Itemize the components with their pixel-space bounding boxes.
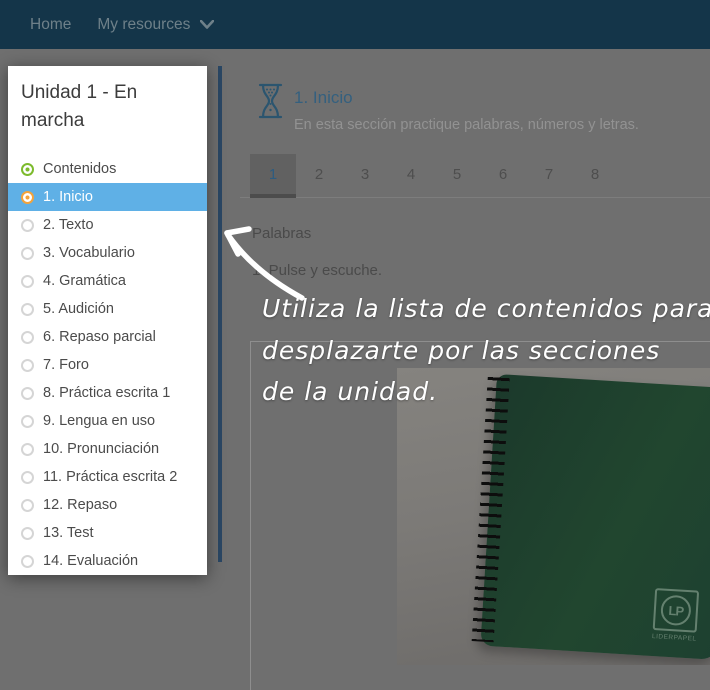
notebook-photo[interactable]: LP LIDERPAPEL — [397, 368, 710, 665]
empty-circle-icon — [21, 555, 34, 568]
sidebar-item-label: 5. Audición — [43, 301, 114, 317]
sidebar-item-label: 8. Práctica escrita 1 — [43, 385, 170, 401]
sidebar-item-contenidos[interactable]: Contenidos — [8, 155, 207, 183]
tour-text-line-2: desplazarte por las secciones — [262, 336, 660, 365]
nav-home-label: Home — [30, 16, 71, 34]
logo-brand-text: LIDERPAPEL — [649, 633, 699, 643]
empty-circle-icon — [21, 303, 34, 316]
sidebar-item-label: 12. Repaso — [43, 497, 117, 513]
sidebar-item-label: 10. Pronunciación — [43, 441, 159, 457]
spiral-binding — [472, 375, 510, 642]
sidebar-item-lengua-en-uso[interactable]: 9. Lengua en uso — [8, 407, 207, 435]
orange-dot-icon — [21, 191, 34, 204]
empty-circle-icon — [21, 387, 34, 400]
sidebar-item-label: Contenidos — [43, 161, 116, 177]
page-tab-4[interactable]: 4 — [388, 154, 434, 198]
hourglass-icon — [256, 83, 285, 119]
page-tab-1[interactable]: 1 — [250, 154, 296, 198]
green-dot-icon — [21, 163, 34, 176]
sidebar-item-label: 1. Inicio — [43, 189, 93, 205]
sidebar-item-gramatica[interactable]: 4. Gramática — [8, 267, 207, 295]
sidebar-item-label: 14. Evaluación — [43, 553, 138, 569]
page-tab-7[interactable]: 7 — [526, 154, 572, 198]
empty-circle-icon — [21, 359, 34, 372]
logo-initials: LP — [660, 594, 692, 626]
chevron-down-icon — [200, 20, 214, 29]
top-navbar: Home My resources — [0, 0, 710, 49]
sidebar-content-divider — [218, 66, 222, 562]
nav-home[interactable]: Home — [30, 16, 71, 34]
sidebar-item-label: 9. Lengua en uso — [43, 413, 155, 429]
empty-circle-icon — [21, 331, 34, 344]
sidebar-item-practica-escrita-2[interactable]: 11. Práctica escrita 2 — [8, 463, 207, 491]
empty-circle-icon — [21, 247, 34, 260]
sidebar-item-label: 11. Práctica escrita 2 — [43, 469, 177, 485]
sidebar-item-label: 2. Texto — [43, 217, 94, 233]
page-tabs: 1 2 3 4 5 6 7 8 — [250, 154, 618, 198]
nav-my-resources-label: My resources — [97, 16, 190, 34]
empty-circle-icon — [21, 275, 34, 288]
unit-title: Unidad 1 - En marcha — [8, 66, 207, 135]
sidebar-item-repaso-parcial[interactable]: 6. Repaso parcial — [8, 323, 207, 351]
sidebar-item-vocabulario[interactable]: 3. Vocabulario — [8, 239, 207, 267]
sidebar-item-inicio[interactable]: 1. Inicio — [8, 183, 207, 211]
page-tab-5[interactable]: 5 — [434, 154, 480, 198]
contents-list: Contenidos 1. Inicio 2. Texto 3. Vocabul… — [8, 155, 207, 575]
sidebar-item-texto[interactable]: 2. Texto — [8, 211, 207, 239]
sidebar-item-repaso[interactable]: 12. Repaso — [8, 491, 207, 519]
sidebar-item-label: 4. Gramática — [43, 273, 126, 289]
empty-circle-icon — [21, 443, 34, 456]
section-subtitle: En esta sección practique palabras, núme… — [294, 117, 639, 133]
unit-contents-panel: Unidad 1 - En marcha Contenidos 1. Inici… — [8, 66, 207, 575]
sidebar-item-audicion[interactable]: 5. Audición — [8, 295, 207, 323]
page-tab-3[interactable]: 3 — [342, 154, 388, 198]
sidebar-item-practica-escrita-1[interactable]: 8. Práctica escrita 1 — [8, 379, 207, 407]
page-tab-6[interactable]: 6 — [480, 154, 526, 198]
empty-circle-icon — [21, 499, 34, 512]
tour-text-line-1: Utiliza la lista de contenidos para — [262, 294, 710, 323]
empty-circle-icon — [21, 219, 34, 232]
empty-circle-icon — [21, 415, 34, 428]
page-tab-2[interactable]: 2 — [296, 154, 342, 198]
notebook-brand-logo: LP LIDERPAPEL — [649, 588, 702, 643]
empty-circle-icon — [21, 527, 34, 540]
sidebar-item-label: 6. Repaso parcial — [43, 329, 156, 345]
page-tab-8[interactable]: 8 — [572, 154, 618, 198]
tour-overlay-screen: Home My resources 1. Inicio En esta secc… — [0, 0, 710, 690]
sidebar-item-pronunciacion[interactable]: 10. Pronunciación — [8, 435, 207, 463]
sidebar-item-label: 3. Vocabulario — [43, 245, 135, 261]
nav-my-resources[interactable]: My resources — [97, 16, 214, 34]
sidebar-item-evaluacion[interactable]: 14. Evaluación — [8, 547, 207, 575]
sidebar-item-label: 7. Foro — [43, 357, 89, 373]
notebook-image: LP LIDERPAPEL — [480, 374, 710, 660]
empty-circle-icon — [21, 471, 34, 484]
section-title[interactable]: 1. Inicio — [294, 88, 353, 108]
tour-text-line-3: de la unidad. — [262, 377, 438, 406]
sidebar-item-test[interactable]: 13. Test — [8, 519, 207, 547]
sidebar-item-foro[interactable]: 7. Foro — [8, 351, 207, 379]
sidebar-item-label: 13. Test — [43, 525, 94, 541]
